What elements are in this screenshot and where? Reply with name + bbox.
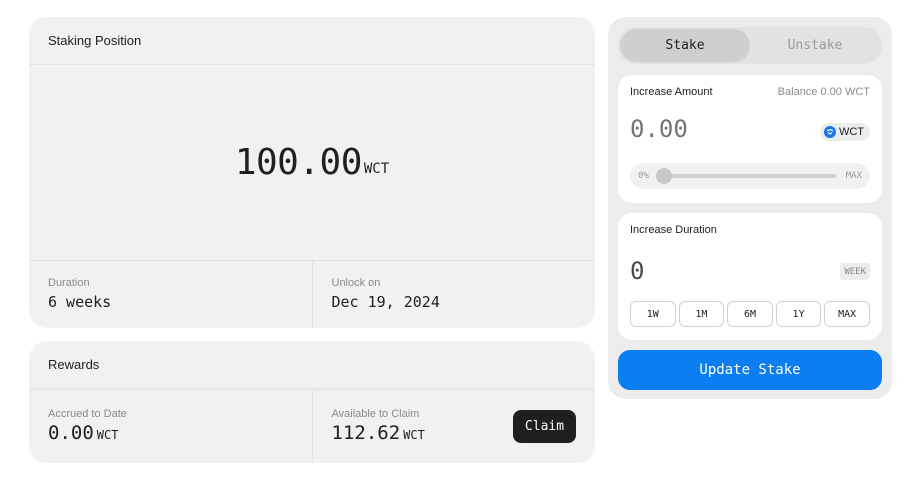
unlock-stat: Unlock on Dec 19, 2024 bbox=[311, 261, 596, 328]
amount-input[interactable] bbox=[630, 115, 780, 143]
staked-amount-display: 100.00 WCT bbox=[29, 65, 595, 260]
balance-text: Balance 0.00 WCT bbox=[777, 86, 870, 98]
unlock-value: Dec 19, 2024 bbox=[331, 293, 440, 311]
available-token: WCT bbox=[403, 428, 425, 442]
increase-amount-card: Increase Amount Balance 0.00 WCT WCT 0% … bbox=[618, 75, 882, 203]
increase-duration-card: Increase Duration WEEK 1W 1M 6M 1Y MAX bbox=[618, 213, 882, 340]
stake-tab-bar: Stake Unstake bbox=[618, 27, 882, 64]
available-stat: Available to Claim 112.62 WCT Claim bbox=[311, 391, 596, 463]
claim-button[interactable]: Claim bbox=[513, 410, 576, 443]
duration-stat: Duration 6 weeks bbox=[29, 261, 312, 328]
duration-label: Duration bbox=[48, 277, 90, 289]
rewards-card: Rewards Accrued to Date 0.00 WCT Availabl… bbox=[29, 341, 595, 463]
accrued-label: Accrued to Date bbox=[48, 408, 127, 420]
position-stats-row: Duration 6 weeks Unlock on Dec 19, 2024 bbox=[29, 260, 595, 328]
increase-duration-title: Increase Duration bbox=[630, 224, 717, 236]
increase-amount-title: Increase Amount bbox=[630, 86, 713, 98]
duration-input[interactable] bbox=[630, 257, 780, 285]
unlock-label: Unlock on bbox=[331, 277, 381, 289]
walletconnect-coin-icon bbox=[823, 126, 836, 138]
token-chip-label: WCT bbox=[838, 126, 864, 138]
token-chip: WCT bbox=[819, 123, 870, 141]
tab-stake[interactable]: Stake bbox=[620, 29, 750, 62]
accrued-amount: 0.00 WCT bbox=[48, 422, 293, 444]
preset-1w-button[interactable]: 1W bbox=[630, 301, 676, 327]
accrued-stat: Accrued to Date 0.00 WCT bbox=[29, 391, 312, 463]
staking-position-title: Staking Position bbox=[29, 17, 595, 65]
slider-max-label: MAX bbox=[845, 171, 862, 181]
rewards-stats-row: Accrued to Date 0.00 WCT Available to Cla… bbox=[29, 390, 595, 463]
preset-6m-button[interactable]: 6M bbox=[727, 301, 773, 327]
preset-max-button[interactable]: MAX bbox=[824, 301, 870, 327]
accrued-token: WCT bbox=[96, 428, 119, 442]
slider-thumb[interactable] bbox=[656, 168, 672, 184]
slider-track[interactable] bbox=[660, 174, 836, 178]
accrued-value: 0.00 bbox=[48, 422, 94, 444]
stake-panel: Stake Unstake Increase Amount Balance 0.… bbox=[608, 17, 892, 399]
duration-presets: 1W 1M 6M 1Y MAX bbox=[630, 301, 870, 327]
rewards-title: Rewards bbox=[29, 341, 595, 389]
duration-value: 6 weeks bbox=[48, 293, 112, 311]
staking-position-card: Staking Position 100.00 WCT Duration 6 w… bbox=[29, 17, 595, 328]
duration-unit-chip: WEEK bbox=[840, 263, 870, 280]
slider-min-label: 0% bbox=[638, 171, 649, 181]
amount-slider[interactable]: 0% MAX bbox=[630, 163, 870, 189]
staked-amount-token: WCT bbox=[363, 160, 390, 177]
available-value: 112.62 bbox=[331, 422, 401, 444]
tab-unstake[interactable]: Unstake bbox=[750, 29, 880, 62]
staked-amount-value: 100.00 bbox=[234, 142, 363, 183]
preset-1m-button[interactable]: 1M bbox=[678, 301, 725, 327]
update-stake-button[interactable]: Update Stake bbox=[618, 350, 882, 390]
preset-1y-button[interactable]: 1Y bbox=[775, 301, 822, 327]
